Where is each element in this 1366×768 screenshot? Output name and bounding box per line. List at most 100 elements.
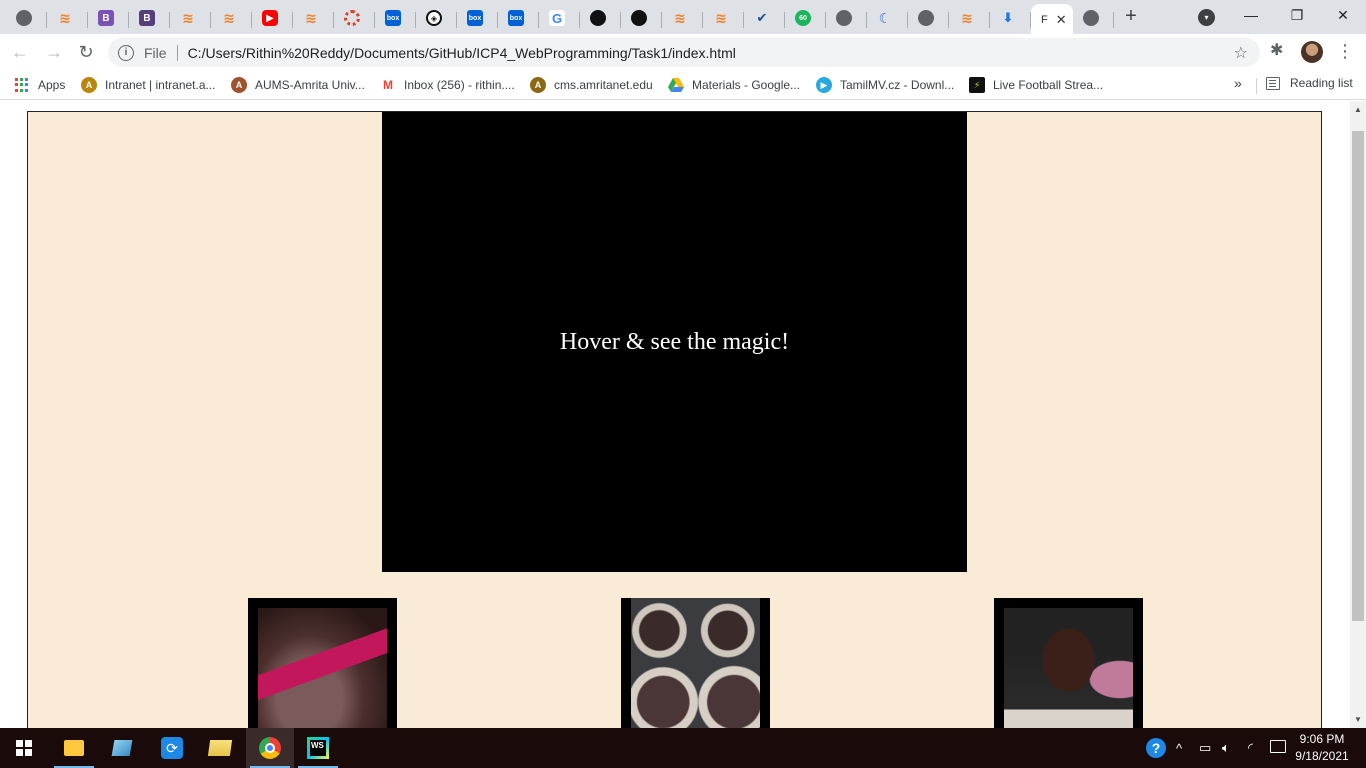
reload-button[interactable]: ↻ xyxy=(74,40,98,64)
football-icon: ⚡ xyxy=(969,77,985,93)
apps-icon xyxy=(15,78,29,92)
stackoverflow-icon: ≋ xyxy=(674,9,686,26)
wifi-icon[interactable]: ◜ xyxy=(1248,728,1253,768)
tab[interactable] xyxy=(908,4,949,32)
start-button[interactable] xyxy=(0,728,48,768)
stackoverflow-icon: ≋ xyxy=(305,9,317,26)
tab[interactable]: ☾ xyxy=(867,4,908,32)
tab[interactable]: ◈ xyxy=(416,4,457,32)
bookmark-intranet[interactable]: A Intranet | intranet.a... xyxy=(81,76,216,94)
close-window-button[interactable]: ✕ xyxy=(1320,0,1366,32)
avatar[interactable] xyxy=(1301,41,1323,63)
codepen-icon: ◈ xyxy=(426,10,442,26)
tab[interactable] xyxy=(334,4,375,32)
hover-banner[interactable]: Hover & see the magic! xyxy=(382,112,967,572)
play-icon: ▶ xyxy=(816,77,832,93)
vertical-scrollbar[interactable]: ▲ ▼ xyxy=(1350,101,1366,728)
browser-toolbar: ← → ↻ i File C:/Users/Rithin%20Reddy/Doc… xyxy=(0,34,1366,70)
tab[interactable]: ▶ xyxy=(252,4,293,32)
tab-title: F xyxy=(1041,14,1048,26)
tab[interactable]: ≋ xyxy=(293,4,334,32)
tab[interactable]: box xyxy=(457,4,498,32)
tab[interactable] xyxy=(580,4,621,32)
thumbnail-batter[interactable] xyxy=(248,598,397,728)
tab[interactable]: box xyxy=(498,4,539,32)
globe-icon xyxy=(836,10,852,26)
system-clock[interactable]: 9:06 PM 9/18/2021 xyxy=(1292,731,1352,765)
bookmark-gmail[interactable]: M Inbox (256) - rithin.... xyxy=(380,76,515,94)
taskbar-notepad[interactable] xyxy=(98,728,146,768)
tab-strip: ≋ B B ≋ ≋ ▶ ≋ box ◈ box box G ≋ ≋ ✔ 60 ☾… xyxy=(0,0,1366,36)
bookmark-label: Materials - Google... xyxy=(692,78,801,92)
new-tab-button[interactable]: + xyxy=(1120,6,1142,28)
info-icon[interactable]: i xyxy=(118,44,134,61)
tab[interactable]: ≋ xyxy=(662,4,703,32)
back-button[interactable]: ← xyxy=(8,40,32,64)
taskbar-sync[interactable]: ⟳ xyxy=(148,728,196,768)
bookmark-cms[interactable]: A cms.amritanet.edu xyxy=(530,76,653,94)
taskbar-webstorm[interactable] xyxy=(294,728,342,768)
bootstrap-icon: B xyxy=(139,10,155,26)
close-icon[interactable]: ✕ xyxy=(1056,12,1067,28)
tab[interactable] xyxy=(826,4,867,32)
reading-list-button[interactable]: Reading list xyxy=(1266,76,1353,90)
tab[interactable]: ≋ xyxy=(703,4,744,32)
tab[interactable]: box xyxy=(375,4,416,32)
bookmark-apps[interactable]: Apps xyxy=(15,76,65,94)
bookmark-label: TamilMV.cz - Downl... xyxy=(840,78,955,92)
address-bar[interactable]: i File C:/Users/Rithin%20Reddy/Documents… xyxy=(108,38,1260,67)
tab[interactable]: ≋ xyxy=(47,4,88,32)
tab[interactable]: G xyxy=(539,4,580,32)
tab[interactable]: B xyxy=(129,4,170,32)
scrollbar-thumb[interactable] xyxy=(1352,131,1364,621)
bookmark-tamilmv[interactable]: ▶ TamilMV.cz - Downl... xyxy=(816,76,954,94)
tab[interactable]: ≋ xyxy=(949,4,990,32)
tab[interactable]: 60 xyxy=(785,4,826,32)
tab[interactable] xyxy=(621,4,662,32)
help-tray[interactable]: ? xyxy=(1146,728,1166,768)
tab-search-icon[interactable]: ▾ xyxy=(1198,9,1215,26)
bookmark-label: Apps xyxy=(38,78,66,92)
minimize-button[interactable]: — xyxy=(1228,0,1274,32)
tab[interactable]: ⬇ xyxy=(990,4,1031,32)
stackoverflow-icon: ≋ xyxy=(182,9,194,26)
tab[interactable]: ≋ xyxy=(170,4,211,32)
scroll-down-icon[interactable]: ▼ xyxy=(1354,715,1362,724)
tab[interactable] xyxy=(1073,4,1114,32)
bookmark-football[interactable]: ⚡ Live Football Strea... xyxy=(969,76,1103,94)
tab[interactable]: ≋ xyxy=(211,4,252,32)
bookmark-drive[interactable]: Materials - Google... xyxy=(668,76,800,94)
tab[interactable] xyxy=(6,4,47,32)
file-explorer-icon xyxy=(64,740,84,756)
clock-time: 9:06 PM xyxy=(1299,732,1345,746)
taskbar-chrome[interactable] xyxy=(246,728,294,768)
menu-icon[interactable]: ⋮ xyxy=(1336,38,1354,64)
reading-list-label: Reading list xyxy=(1290,76,1353,90)
volume-icon[interactable]: 🔈︎ xyxy=(1222,728,1230,768)
forward-button[interactable]: → xyxy=(42,40,66,64)
taskbar-file-explorer[interactable] xyxy=(50,728,98,768)
restore-button[interactable]: ❐ xyxy=(1274,0,1320,32)
scroll-up-icon[interactable]: ▲ xyxy=(1354,105,1362,114)
notifications-icon[interactable] xyxy=(1270,740,1286,753)
tab-active[interactable]: F ✕ xyxy=(1031,4,1073,36)
tab[interactable]: B xyxy=(88,4,129,32)
url-text[interactable]: C:/Users/Rithin%20Reddy/Documents/GitHub… xyxy=(188,45,736,61)
moon-icon: ☾ xyxy=(878,9,892,26)
gmail-icon: M xyxy=(383,78,393,92)
show-hidden-icons[interactable]: ^ xyxy=(1176,728,1182,768)
taskbar-folder[interactable] xyxy=(196,728,244,768)
bookmark-label: AUMS-Amrita Univ... xyxy=(255,78,365,92)
globe-icon xyxy=(16,10,32,26)
more-bookmarks-icon[interactable]: » xyxy=(1234,75,1242,91)
chrome-icon xyxy=(259,737,281,759)
extensions-icon[interactable]: ✱ xyxy=(1270,40,1283,60)
bookmark-aums[interactable]: A AUMS-Amrita Univ... xyxy=(231,76,365,94)
folder-icon xyxy=(207,740,233,756)
divider xyxy=(1256,78,1257,94)
thumbnail-tray[interactable] xyxy=(621,598,770,728)
tab[interactable]: ✔ xyxy=(744,4,785,32)
bookmark-star-icon[interactable]: ☆ xyxy=(1234,43,1248,63)
battery-icon[interactable]: ▭ xyxy=(1199,728,1211,768)
thumbnail-cupcake[interactable] xyxy=(994,598,1143,728)
